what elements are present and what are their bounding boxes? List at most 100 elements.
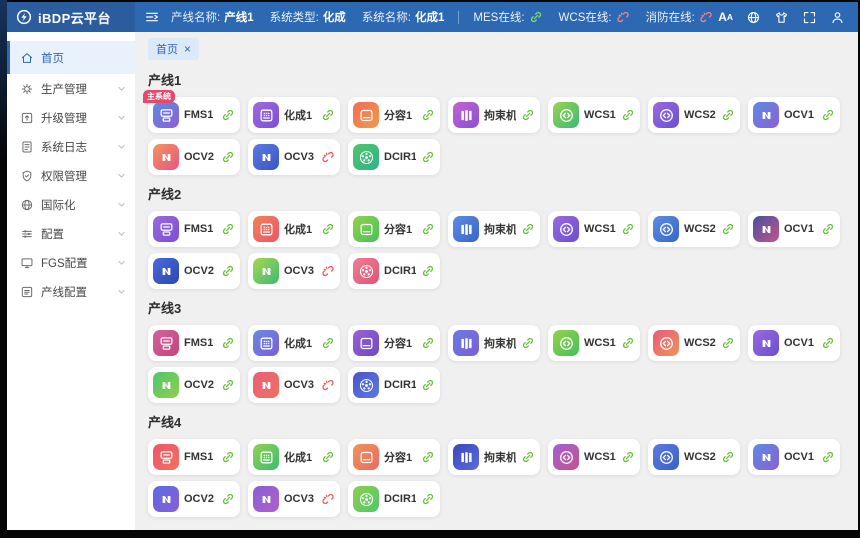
link-icon[interactable] xyxy=(521,222,535,236)
broken-link-icon[interactable] xyxy=(321,492,335,506)
system-card[interactable]: FMS1 xyxy=(148,439,240,475)
sidebar-item-home[interactable]: 首页 xyxy=(7,41,135,74)
system-card[interactable]: FMS1 xyxy=(148,325,240,361)
system-card[interactable]: 拘束机 xyxy=(448,325,540,361)
system-card[interactable]: 拘束机 xyxy=(448,97,540,133)
link-icon[interactable] xyxy=(221,264,235,278)
system-card[interactable]: WCS1 xyxy=(548,211,640,247)
link-icon[interactable] xyxy=(221,108,235,122)
system-card[interactable]: 化成1 xyxy=(248,97,340,133)
system-card[interactable]: 拘束机 xyxy=(448,439,540,475)
tab-close-icon[interactable]: × xyxy=(184,43,191,55)
system-card[interactable]: WCS2 xyxy=(648,439,740,475)
link-icon[interactable] xyxy=(821,336,835,350)
link-icon[interactable] xyxy=(421,108,435,122)
link-icon[interactable] xyxy=(821,222,835,236)
link-icon[interactable] xyxy=(221,492,235,506)
link-icon[interactable] xyxy=(521,450,535,464)
sidebar-item-lineconfig[interactable]: 产线配置 xyxy=(7,277,135,306)
system-card[interactable]: 分容1 xyxy=(348,439,440,475)
link-icon[interactable] xyxy=(421,336,435,350)
link-icon[interactable] xyxy=(221,450,235,464)
system-card[interactable]: OCV3 xyxy=(248,253,340,289)
broken-link-icon[interactable] xyxy=(321,150,335,164)
broken-link-icon[interactable] xyxy=(321,378,335,392)
sidebar-item-i18n[interactable]: 国际化 xyxy=(7,190,135,219)
link-icon[interactable] xyxy=(321,108,335,122)
system-card[interactable]: OCV3 xyxy=(248,481,340,517)
system-card[interactable]: DCIR1 xyxy=(348,481,440,517)
card-name: 拘束机 xyxy=(484,107,516,123)
system-card[interactable]: 分容1 xyxy=(348,97,440,133)
link-icon[interactable] xyxy=(821,108,835,122)
system-card[interactable]: 化成1 xyxy=(248,439,340,475)
system-card[interactable]: OCV2 xyxy=(148,481,240,517)
system-card[interactable]: FMS1 xyxy=(148,211,240,247)
sidebar-item-upgrade[interactable]: 升级管理 xyxy=(7,103,135,132)
sidebar-item-config[interactable]: 配置 xyxy=(7,219,135,248)
link-icon[interactable] xyxy=(621,450,635,464)
link-icon[interactable] xyxy=(421,492,435,506)
system-card[interactable]: OCV3 xyxy=(248,367,340,403)
link-icon[interactable] xyxy=(321,336,335,350)
system-card[interactable]: OCV1 xyxy=(748,439,840,475)
link-icon[interactable] xyxy=(321,222,335,236)
link-icon[interactable] xyxy=(421,222,435,236)
sidebar-item-logs[interactable]: 系统日志 xyxy=(7,132,135,161)
link-icon[interactable] xyxy=(221,336,235,350)
link-icon[interactable] xyxy=(421,378,435,392)
system-card[interactable]: OCV2 xyxy=(148,139,240,175)
system-card[interactable]: 分容1 xyxy=(348,325,440,361)
system-card[interactable]: DCIR1 xyxy=(348,253,440,289)
system-card[interactable]: 化成1 xyxy=(248,325,340,361)
system-card[interactable]: DCIR1 xyxy=(348,367,440,403)
globe-icon[interactable] xyxy=(746,10,761,25)
broken-link-icon[interactable] xyxy=(321,264,335,278)
system-card[interactable]: OCV2 xyxy=(148,253,240,289)
system-card[interactable]: DCIR1 xyxy=(348,139,440,175)
header-status-item: 消防在线: xyxy=(646,9,713,25)
link-icon[interactable] xyxy=(821,450,835,464)
system-card[interactable]: WCS1 xyxy=(548,325,640,361)
link-icon[interactable] xyxy=(221,150,235,164)
system-card[interactable]: WCS2 xyxy=(648,325,740,361)
font-size-icon[interactable]: AA xyxy=(718,11,733,23)
system-card[interactable]: OCV1 xyxy=(748,97,840,133)
user-icon[interactable] xyxy=(830,10,845,25)
shirt-icon[interactable] xyxy=(774,10,789,25)
link-icon[interactable] xyxy=(721,450,735,464)
system-card[interactable]: 拘束机 xyxy=(448,211,540,247)
sidebar-item-fgs[interactable]: FGS配置 xyxy=(7,248,135,277)
link-icon[interactable] xyxy=(721,336,735,350)
link-icon[interactable] xyxy=(621,336,635,350)
system-card[interactable]: OCV2 xyxy=(148,367,240,403)
link-icon[interactable] xyxy=(721,222,735,236)
system-card[interactable]: WCS1 xyxy=(548,439,640,475)
system-card[interactable]: OCV1 xyxy=(748,211,840,247)
link-icon[interactable] xyxy=(621,222,635,236)
system-card[interactable]: WCS2 xyxy=(648,211,740,247)
main-area: 首页 × 产线1主系统FMS1化成1分容1拘束机WCS1WCS2OCV1OCV2… xyxy=(135,32,858,530)
link-icon[interactable] xyxy=(421,150,435,164)
link-icon[interactable] xyxy=(721,108,735,122)
link-icon[interactable] xyxy=(321,450,335,464)
link-icon[interactable] xyxy=(521,108,535,122)
link-icon[interactable] xyxy=(421,264,435,278)
system-card[interactable]: WCS2 xyxy=(648,97,740,133)
sidebar-collapse-icon[interactable] xyxy=(144,9,160,25)
system-card[interactable]: 分容1 xyxy=(348,211,440,247)
link-icon[interactable] xyxy=(221,378,235,392)
link-icon[interactable] xyxy=(221,222,235,236)
sidebar-item-production[interactable]: 生产管理 xyxy=(7,74,135,103)
system-card[interactable]: 主系统FMS1 xyxy=(148,97,240,133)
system-card[interactable]: OCV1 xyxy=(748,325,840,361)
link-icon[interactable] xyxy=(621,108,635,122)
system-card[interactable]: WCS1 xyxy=(548,97,640,133)
tab-home[interactable]: 首页 × xyxy=(148,38,199,60)
system-card[interactable]: OCV3 xyxy=(248,139,340,175)
fullscreen-icon[interactable] xyxy=(802,10,817,25)
sidebar-item-permission[interactable]: 权限管理 xyxy=(7,161,135,190)
system-card[interactable]: 化成1 xyxy=(248,211,340,247)
link-icon[interactable] xyxy=(521,336,535,350)
link-icon[interactable] xyxy=(421,450,435,464)
